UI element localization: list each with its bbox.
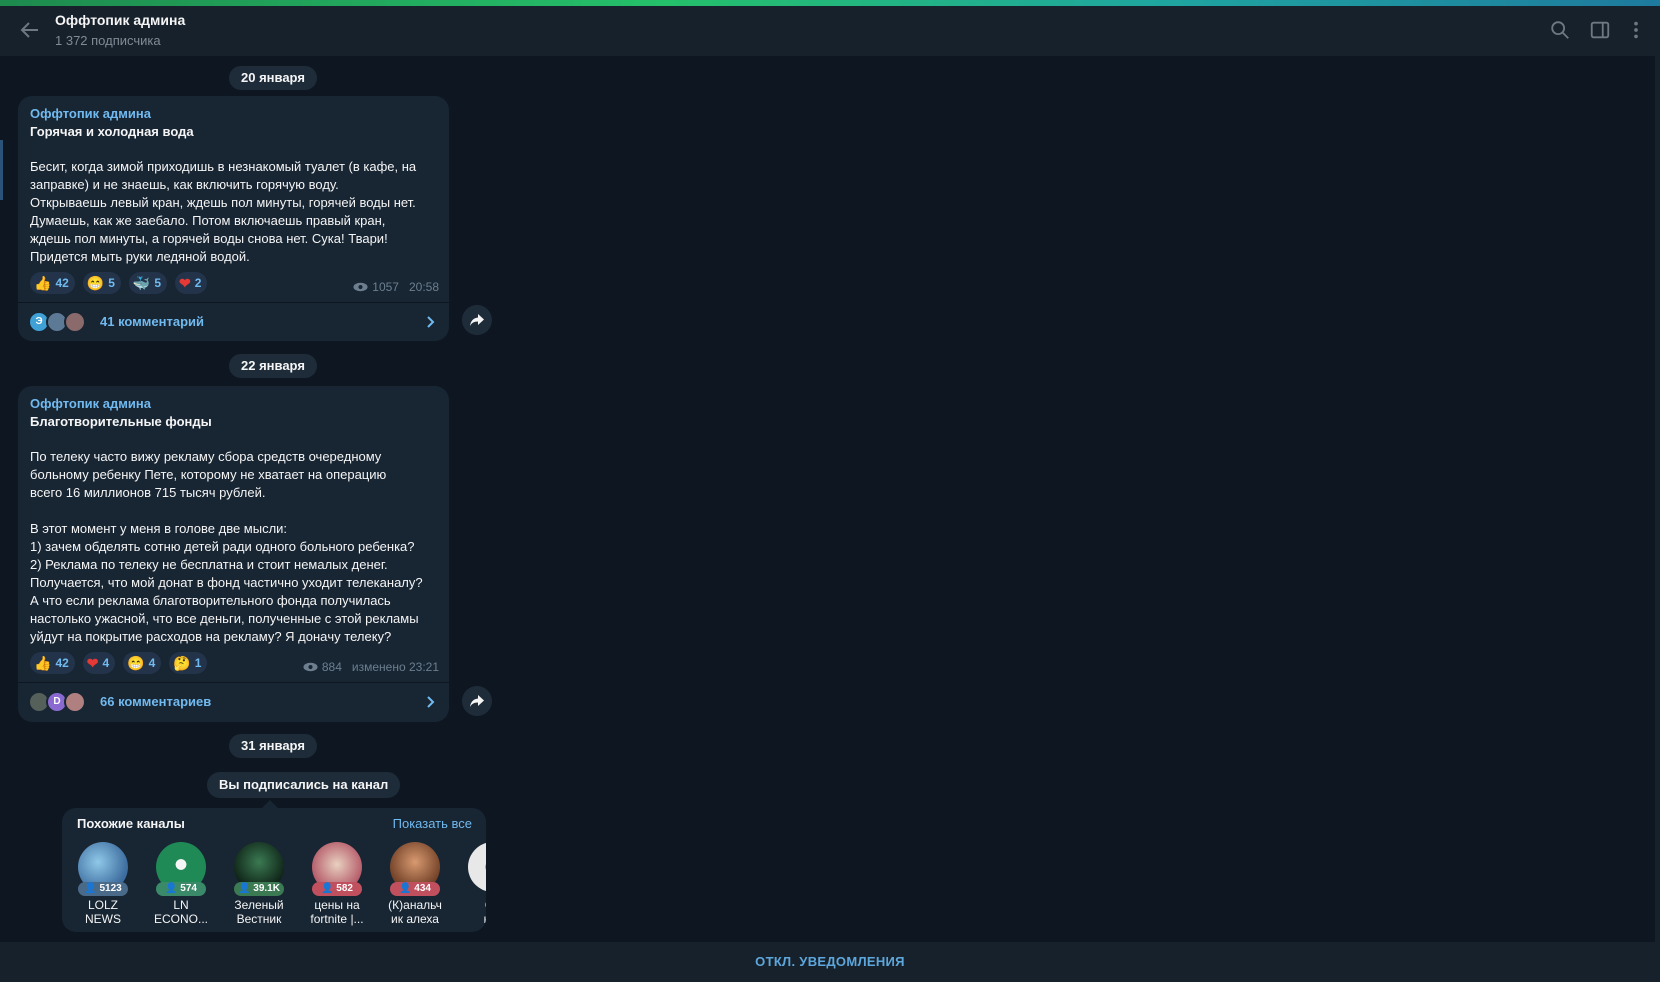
scrollbar[interactable] bbox=[1655, 56, 1660, 942]
member-count-badge: 👤 434 bbox=[390, 882, 440, 896]
channel-name: (К)анальч ик алеха bbox=[388, 898, 442, 926]
similar-channels-panel: Похожие каналы Показать все 👤 5123 LOLZ … bbox=[62, 808, 486, 932]
share-arrow-icon bbox=[470, 314, 484, 326]
view-count: 1057 bbox=[372, 280, 399, 294]
reaction-chip[interactable]: 🤔 1 bbox=[169, 652, 208, 674]
similar-channel[interactable]: Об кри bbox=[458, 842, 486, 930]
views-eye-icon bbox=[353, 282, 368, 292]
channel-name: Об кри bbox=[458, 898, 486, 926]
post-meta: 1057 20:58 bbox=[353, 280, 439, 294]
show-all-link[interactable]: Показать все bbox=[393, 816, 472, 831]
similar-title: Похожие каналы bbox=[77, 816, 185, 831]
reactions-bar: 👍 42 ❤ 4 😁 4 🤔 1 bbox=[30, 652, 208, 674]
reaction-chip[interactable]: ❤ 2 bbox=[175, 272, 208, 294]
date-badge: 20 января bbox=[229, 66, 317, 90]
channel-post[interactable]: Оффтопик админа Благотворительные фонды … bbox=[18, 386, 449, 722]
reaction-chip[interactable]: ❤ 4 bbox=[82, 652, 116, 674]
date-badge: 22 января bbox=[229, 354, 317, 378]
similar-channel[interactable]: 👤 434 (К)анальч ик алеха bbox=[380, 842, 450, 930]
service-message: Вы подписались на канал bbox=[207, 772, 401, 798]
post-meta: 884 изменено 23:21 bbox=[303, 660, 439, 674]
reaction-chip[interactable]: 😁 5 bbox=[82, 272, 121, 294]
member-count-badge: 👤 5123 bbox=[78, 882, 128, 896]
chevron-right-icon bbox=[427, 316, 435, 328]
back-arrow-icon[interactable] bbox=[18, 18, 42, 42]
channel-avatar bbox=[468, 842, 486, 892]
channel-name: LN ECONO... bbox=[153, 898, 208, 926]
member-count-badge: 👤 582 bbox=[312, 882, 362, 896]
views-eye-icon bbox=[303, 662, 318, 672]
channel-name: цены на fortnite |... bbox=[310, 898, 364, 926]
similar-channel[interactable]: 👤 574 LN ECONO... bbox=[146, 842, 216, 930]
reactions-bar: 👍 42 😁 5 🐳 5 ❤ 2 bbox=[30, 272, 208, 294]
bottom-bar: ОТКЛ. УВЕДОМЛЕНИЯ bbox=[0, 942, 1660, 982]
commenter-avatars: D bbox=[28, 691, 92, 713]
similar-channel[interactable]: 👤 39.1K Зеленый Вестник bbox=[224, 842, 294, 930]
similar-pointer bbox=[262, 800, 278, 808]
post-author[interactable]: Оффтопик админа bbox=[30, 106, 151, 121]
comments-button[interactable]: Э 41 комментарий bbox=[18, 303, 449, 341]
side-indicator bbox=[0, 140, 3, 200]
reaction-chip[interactable]: 🐳 5 bbox=[128, 272, 168, 294]
avatar bbox=[64, 311, 86, 333]
comments-count: 66 комментариев bbox=[100, 694, 212, 709]
post-time: изменено 23:21 bbox=[351, 660, 439, 674]
post-heading: Благотворительные фонды bbox=[30, 414, 212, 429]
post-text: Бесит, когда зимой приходишь в незнакомы… bbox=[30, 159, 417, 264]
share-button[interactable] bbox=[462, 305, 492, 335]
avatar bbox=[64, 691, 86, 713]
post-time: 20:58 bbox=[408, 280, 439, 294]
view-count: 884 bbox=[321, 660, 342, 674]
chevron-right-icon bbox=[427, 696, 435, 708]
similar-channel[interactable]: 👤 5123 LOLZ NEWS bbox=[68, 842, 138, 930]
post-heading: Горячая и холодная вода bbox=[30, 124, 194, 139]
member-count-badge: 👤 39.1K bbox=[234, 882, 284, 896]
reaction-chip[interactable]: 👍 42 bbox=[30, 272, 75, 294]
channel-name: LOLZ NEWS bbox=[85, 898, 121, 926]
subscriber-count: 1 372 подписчика bbox=[55, 33, 161, 48]
channel-post[interactable]: Оффтопик админа Горячая и холодная вода … bbox=[18, 96, 449, 341]
comments-count: 41 комментарий bbox=[100, 314, 205, 329]
channel-name: Зеленый Вестник bbox=[234, 898, 284, 926]
member-count-badge: 👤 574 bbox=[156, 882, 206, 896]
date-badge: 31 января bbox=[229, 734, 317, 758]
similar-channel[interactable]: 👤 582 цены на fortnite |... bbox=[302, 842, 372, 930]
sidebar-icon[interactable] bbox=[1589, 19, 1611, 41]
comments-button[interactable]: D 66 комментариев bbox=[18, 683, 449, 721]
share-button[interactable] bbox=[462, 686, 492, 716]
more-vert-icon[interactable] bbox=[1625, 19, 1647, 41]
reaction-chip[interactable]: 😁 4 bbox=[123, 652, 162, 674]
channel-title[interactable]: Оффтопик админа bbox=[55, 12, 185, 28]
reaction-chip[interactable]: 👍 42 bbox=[30, 652, 75, 674]
post-author[interactable]: Оффтопик админа bbox=[30, 396, 151, 411]
search-icon[interactable] bbox=[1549, 19, 1571, 41]
post-text: По телеку часто вижу рекламу сбора средс… bbox=[30, 449, 423, 644]
commenter-avatars: Э bbox=[28, 311, 92, 333]
chat-header: Оффтопик админа 1 372 подписчика bbox=[0, 6, 1660, 56]
mute-notifications-button[interactable]: ОТКЛ. УВЕДОМЛЕНИЯ bbox=[0, 954, 1660, 969]
share-arrow-icon bbox=[470, 695, 484, 707]
